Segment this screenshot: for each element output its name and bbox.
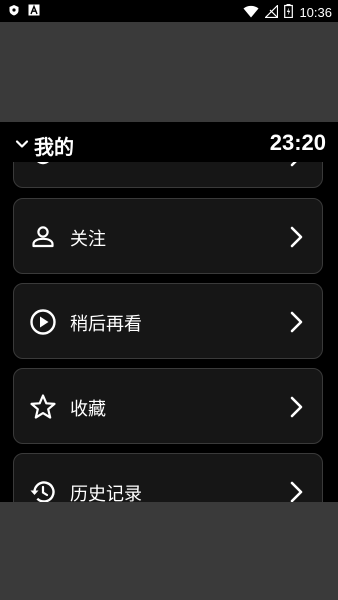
list-item-follow[interactable]: 关注 bbox=[13, 198, 323, 274]
person-icon bbox=[29, 223, 57, 251]
chevron-right-icon bbox=[288, 394, 306, 420]
app-header: 我的 23:20 bbox=[0, 122, 338, 162]
font-a-icon bbox=[28, 4, 40, 16]
outer-backdrop-bottom bbox=[0, 502, 338, 600]
chevron-right-icon bbox=[288, 479, 306, 502]
list-item-history[interactable]: 历史记录 bbox=[13, 453, 323, 502]
outer-backdrop-top bbox=[0, 22, 338, 122]
page-title: 我的 bbox=[34, 135, 74, 159]
history-icon bbox=[29, 478, 57, 502]
chevron-down-icon bbox=[14, 136, 30, 156]
play-circle-icon bbox=[29, 308, 57, 336]
list-item-label: 收藏 bbox=[70, 399, 106, 420]
app-window: 关注 稍后再看 收藏 历史记录 我的 23:20 bbox=[0, 122, 338, 502]
list-item-label: 稍后再看 bbox=[70, 314, 142, 335]
status-bar: 10:36 bbox=[0, 0, 338, 22]
no-signal-icon bbox=[264, 3, 279, 22]
list-item-label: 关注 bbox=[70, 229, 106, 250]
list-item-label: 历史记录 bbox=[70, 484, 142, 502]
wifi-icon bbox=[243, 3, 259, 22]
chevron-right-icon bbox=[288, 309, 306, 335]
star-icon bbox=[29, 393, 57, 421]
list-item-watch-later[interactable]: 稍后再看 bbox=[13, 283, 323, 359]
shield-icon bbox=[8, 4, 20, 16]
list-item-favorites[interactable]: 收藏 bbox=[13, 368, 323, 444]
chevron-right-icon bbox=[288, 224, 306, 250]
status-time: 10:36 bbox=[299, 5, 332, 20]
back-button[interactable]: 我的 bbox=[14, 131, 74, 160]
battery-charging-icon bbox=[284, 3, 294, 22]
header-clock: 23:20 bbox=[269, 130, 326, 155]
